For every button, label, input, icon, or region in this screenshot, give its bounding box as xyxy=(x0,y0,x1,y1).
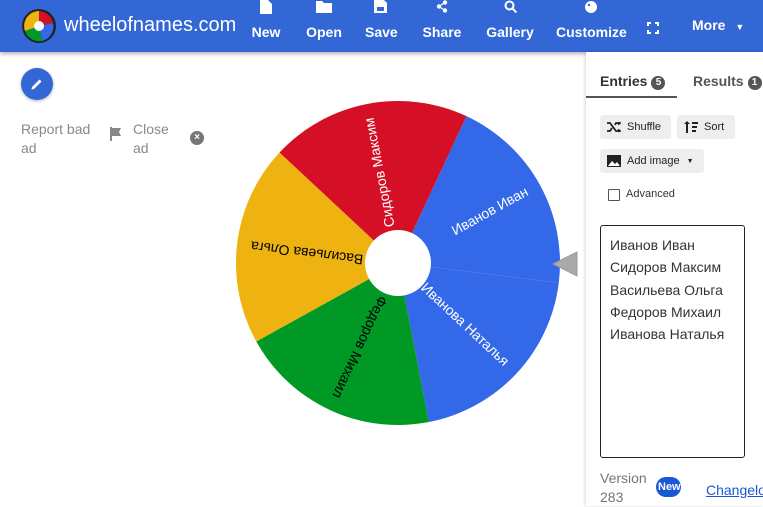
shuffle-button[interactable]: Shuffle xyxy=(600,115,671,139)
active-tab-indicator xyxy=(586,96,677,98)
image-icon xyxy=(607,155,621,167)
save-button[interactable]: Save xyxy=(365,0,398,52)
pencil-icon xyxy=(31,79,42,90)
open-button[interactable]: Open xyxy=(306,0,342,52)
wheel-logo-icon[interactable] xyxy=(22,9,56,43)
top-app-bar: wheelofnames.com New Open Save Share Gal… xyxy=(0,0,763,52)
entries-count-badge: 5 xyxy=(651,76,666,90)
new-badge: New xyxy=(656,477,681,497)
flag-icon xyxy=(110,127,121,141)
gallery-button[interactable]: Gallery xyxy=(485,0,535,52)
fullscreen-button[interactable] xyxy=(644,0,664,52)
tab-entries[interactable]: Entries 5 xyxy=(600,73,666,90)
share-icon xyxy=(422,0,462,24)
entry-line: Иванова Наталья xyxy=(610,326,725,343)
wheel-hub[interactable] xyxy=(365,230,431,296)
caret-down-icon: ▼ xyxy=(735,22,745,32)
advanced-label: Advanced xyxy=(626,188,675,200)
site-title[interactable]: wheelofnames.com xyxy=(64,14,236,37)
changelog-link[interactable]: Changelog xyxy=(706,482,763,498)
wheel-pointer-icon xyxy=(552,251,578,277)
name-wheel[interactable]: Иванов ИванИванова НатальяФедоров Михаил… xyxy=(233,85,563,441)
report-bad-ad-link[interactable]: Report bad ad xyxy=(21,120,101,158)
new-button[interactable]: New xyxy=(250,0,282,52)
new-file-icon xyxy=(250,0,282,24)
entry-line: Иванов Иван xyxy=(610,237,695,253)
floppy-disk-icon xyxy=(365,0,395,24)
entries-textarea[interactable]: Иванов Иван Сидоров Максим Васильева Оль… xyxy=(600,225,745,458)
entry-line: Федоров Михаил xyxy=(610,303,722,320)
results-count-badge: 1 xyxy=(747,76,762,90)
palette-icon xyxy=(556,0,626,24)
advanced-checkbox[interactable] xyxy=(608,189,620,201)
sort-button[interactable]: Sort xyxy=(677,115,735,139)
side-panel: Entries 5 Results 1 Shuffle Sort Add image… xyxy=(586,52,763,506)
tab-results[interactable]: Results 1 xyxy=(693,73,762,90)
more-menu-button[interactable]: More ▼ xyxy=(692,17,744,33)
add-image-button[interactable]: Add image ▼ xyxy=(600,149,704,173)
version-label: Version 283 xyxy=(600,470,647,505)
entry-line: Сидоров Максим xyxy=(610,259,722,276)
sort-icon xyxy=(684,121,698,133)
edit-button[interactable] xyxy=(21,68,53,100)
shuffle-icon xyxy=(607,122,621,132)
close-ad-link[interactable]: Close ad xyxy=(133,120,175,158)
close-ad-icon[interactable]: × xyxy=(190,131,204,145)
fullscreen-icon xyxy=(647,21,659,39)
folder-icon xyxy=(306,0,342,24)
entry-line: Васильева Ольга xyxy=(610,281,723,298)
share-button[interactable]: Share xyxy=(422,0,462,52)
customize-button[interactable]: Customize xyxy=(556,0,627,52)
search-icon xyxy=(485,0,535,24)
dropdown-caret-icon: ▼ xyxy=(686,157,694,165)
